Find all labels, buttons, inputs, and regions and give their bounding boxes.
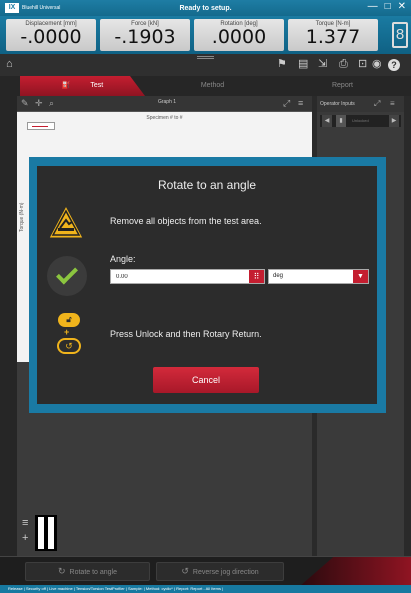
- tab-report[interactable]: Report: [280, 76, 405, 96]
- tab-label: Test: [90, 82, 104, 89]
- tab-label: Method: [200, 82, 225, 89]
- add-icon[interactable]: +: [22, 533, 28, 544]
- readout-value: .0000: [211, 26, 267, 48]
- button-label: Rotate to angle: [69, 569, 118, 576]
- readout-value: -.0000: [20, 26, 82, 48]
- legend-line: [32, 126, 48, 127]
- add-display-icon[interactable]: 8: [392, 22, 408, 48]
- operator-input-value: Unlocked: [352, 118, 369, 123]
- plus-icon: +: [64, 327, 70, 337]
- unlock-icon: 🔓︎: [58, 313, 80, 327]
- save-icon[interactable]: ▤: [298, 58, 308, 70]
- status-title: Ready to setup.: [179, 4, 232, 12]
- dialog-message: Remove all objects from the test area.: [110, 216, 262, 226]
- previous-button[interactable]: ◀: [322, 115, 332, 127]
- torque-readout[interactable]: Torque [N-m] 1.377: [288, 19, 378, 51]
- tab-test[interactable]: ⛽ Test: [20, 76, 145, 96]
- dialog-instruction: Press Unlock and then Rotary Return.: [110, 329, 262, 339]
- pencil-icon[interactable]: ✎: [21, 98, 29, 109]
- red-accent: [300, 557, 411, 586]
- displacement-readout[interactable]: Displacement [mm] -.0000: [6, 19, 96, 51]
- export-icon[interactable]: ⇲: [318, 58, 327, 70]
- toolbar: ⌂ ⚑ ▤ ⇲ ⎙ ⊡ ◉ ?: [0, 54, 411, 76]
- graph-legend: [27, 122, 55, 130]
- zoom-icon[interactable]: ⌕: [49, 98, 54, 109]
- reverse-icon: ↺: [181, 566, 189, 576]
- operator-inputs-title: Operator Inputs: [320, 101, 355, 107]
- side-strip: [0, 96, 17, 556]
- rotate-dialog: Rotate to an angle Remove all objects fr…: [37, 166, 377, 404]
- rotary-return-icon: ↺: [57, 338, 81, 354]
- minimize-button[interactable]: —: [368, 1, 378, 13]
- specimen-label: Specimen # to #: [146, 115, 183, 121]
- test-workflow-icon: ⛽: [61, 82, 71, 89]
- list-icon[interactable]: ≡: [22, 518, 28, 529]
- rotation-readout[interactable]: Rotation [deg] .0000: [194, 19, 284, 51]
- window-controls: — □ ✕: [368, 1, 406, 13]
- toggle-button[interactable]: ▮: [336, 115, 346, 127]
- app-window: IX Bluehill Universal Ready to setup. — …: [0, 0, 411, 593]
- app-name: Bluehill Universal: [22, 5, 61, 11]
- restore-button[interactable]: □: [385, 1, 391, 13]
- indicator-bar: [48, 517, 54, 549]
- crush-warning-icon: [48, 204, 84, 239]
- reverse-jog-button[interactable]: ↺ Reverse jog direction: [156, 562, 284, 581]
- readout-value: 1.377: [305, 26, 361, 48]
- tab-method[interactable]: Method: [150, 76, 275, 96]
- graph-title: Graph 1: [157, 99, 177, 105]
- home-icon[interactable]: ⌂: [6, 58, 13, 70]
- keypad-icon[interactable]: ⠿: [249, 270, 264, 283]
- rotate-to-angle-button[interactable]: ↻ Rotate to angle: [25, 562, 150, 581]
- lock-icon[interactable]: ⊡: [358, 58, 367, 70]
- menu-icon[interactable]: ≡: [390, 99, 395, 108]
- app-logo: IX: [5, 3, 19, 13]
- graph-header: ✎ ✛ ⌕ Graph 1 ⤢ ≡: [17, 96, 312, 112]
- y-axis-label: Torque (N-m): [19, 202, 25, 232]
- tab-label: Report: [331, 82, 353, 89]
- close-button[interactable]: ✕: [398, 1, 406, 13]
- button-label: Reverse jog direction: [192, 569, 259, 576]
- check-circle: [47, 256, 87, 296]
- expand-icon[interactable]: ⤢: [374, 99, 380, 109]
- operator-input-row: ◀ ▮ Unlocked ▶: [320, 115, 401, 127]
- unit-value: deg: [273, 273, 284, 279]
- drag-handle[interactable]: [197, 56, 214, 59]
- control-bar: ↻ Rotate to angle ↺ Reverse jog direction: [0, 556, 411, 586]
- next-button[interactable]: ▶: [389, 115, 399, 127]
- workflow-tabs: ⛽ Test Method Report: [0, 76, 411, 96]
- live-displays: Displacement [mm] -.0000 Force [kN] -.19…: [0, 16, 411, 54]
- help-icon[interactable]: ?: [388, 59, 400, 71]
- menu-icon[interactable]: ≡: [298, 98, 303, 108]
- camera-icon[interactable]: ◉: [372, 58, 382, 70]
- checkmark-icon: [56, 262, 78, 285]
- print-icon[interactable]: ⎙: [339, 58, 348, 70]
- rotate-icon: ↻: [57, 566, 66, 576]
- operator-inputs-header: Operator Inputs ⤢ ≡: [317, 96, 404, 112]
- angle-input[interactable]: [110, 269, 265, 284]
- status-bar: Release | Security off | Live machine | …: [0, 585, 411, 593]
- force-readout[interactable]: Force [kN] -.1903: [100, 19, 190, 51]
- mini-indicator: [35, 515, 57, 551]
- cancel-button[interactable]: Cancel: [153, 367, 259, 393]
- checkered-flag-icon[interactable]: ⚑: [277, 58, 287, 70]
- title-bar: IX Bluehill Universal Ready to setup. — …: [0, 0, 411, 16]
- pan-icon[interactable]: ✛: [35, 98, 43, 109]
- readout-value: -.1903: [114, 26, 176, 48]
- angle-label: Angle:: [110, 254, 136, 264]
- expand-icon[interactable]: ⤢: [283, 98, 290, 109]
- indicator-bar: [38, 517, 44, 549]
- dialog-title: Rotate to an angle: [157, 178, 257, 192]
- chevron-down-icon[interactable]: ▼: [353, 270, 368, 283]
